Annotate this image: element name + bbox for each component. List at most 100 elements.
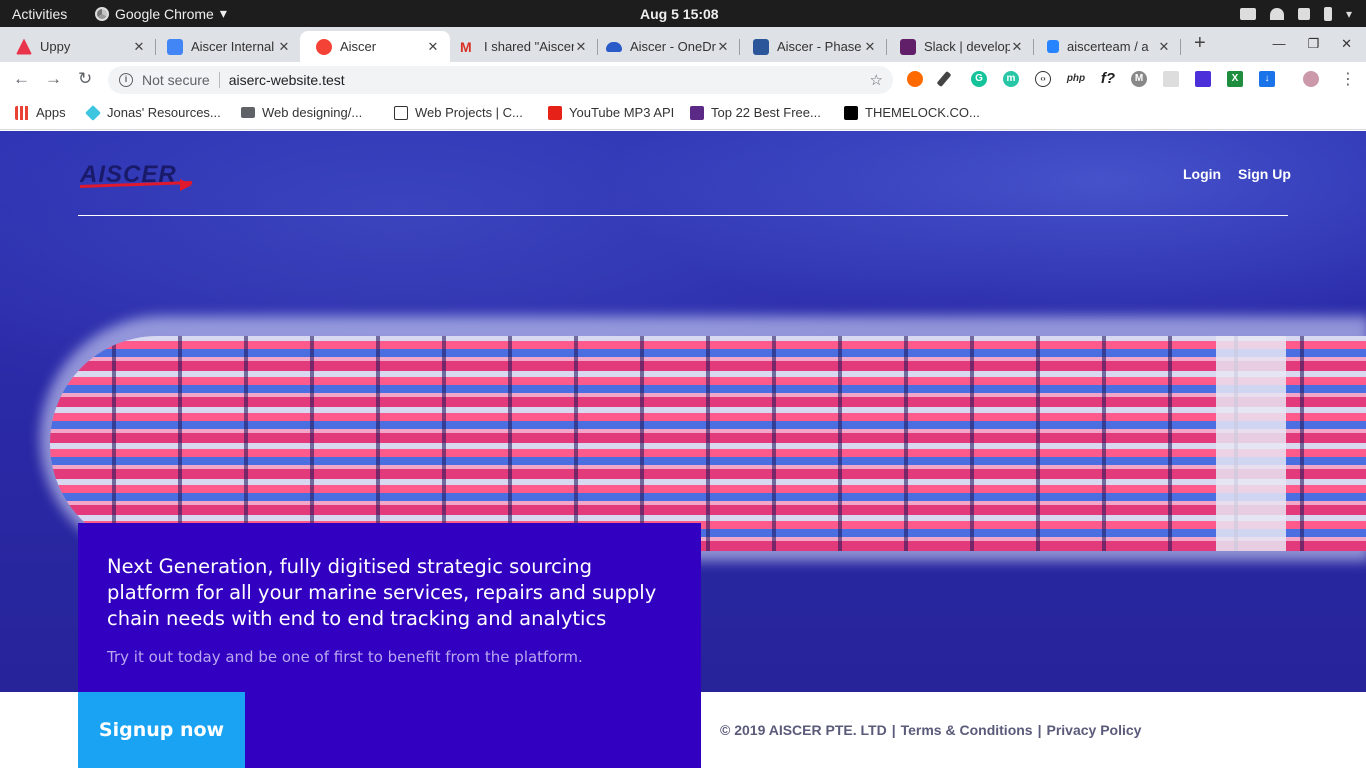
tab-onedrive[interactable]: Aiscer - OneDrive ✕ [590, 31, 740, 62]
gmail-icon: M [460, 38, 472, 55]
copyright-text: © 2019 AISCER PTE. LTD [720, 722, 887, 738]
terms-link[interactable]: Terms & Conditions [901, 722, 1033, 738]
extension-code-icon[interactable]: ‹› [1035, 71, 1051, 87]
bookmarks-bar: Apps Jonas' Resources... Web designing/.… [0, 97, 1366, 130]
extension-php-icon[interactable]: php [1065, 71, 1087, 87]
extension-download-icon[interactable]: ↓ [1259, 71, 1275, 87]
bookmark-label: Apps [36, 105, 66, 120]
hero-headline: Next Generation, fully digitised strateg… [107, 555, 657, 630]
footer: © 2019 AISCER PTE. LTD | Terms & Conditi… [720, 722, 1141, 738]
bookmark-web-designing[interactable]: Web designing/... [241, 105, 362, 120]
themelock-icon [844, 105, 858, 120]
chrome-icon [95, 6, 109, 21]
bitbucket-icon [1047, 40, 1059, 53]
divider [218, 72, 220, 88]
extension-m2-icon[interactable]: M [1131, 71, 1147, 87]
signup-now-button[interactable]: Signup now [78, 692, 245, 768]
bookmark-star-icon[interactable]: ☆ [870, 71, 883, 89]
tab-slack[interactable]: Slack | develop ✕ [884, 31, 1034, 62]
hero-subline: Try it out today and be one of first to … [107, 648, 583, 666]
signup-link[interactable]: Sign Up [1238, 166, 1291, 182]
bookmark-jonas[interactable]: Jonas' Resources... [85, 104, 221, 121]
close-icon[interactable]: ✕ [426, 39, 440, 55]
extension-fonts-icon[interactable]: f? [1098, 71, 1118, 87]
tab-aiscer-internal[interactable]: Aiscer Internal ✕ [151, 31, 301, 62]
menu-kebab-icon[interactable]: ⋮ [1340, 69, 1356, 89]
forward-icon[interactable]: → [45, 69, 62, 89]
tab-word-phase[interactable]: Aiscer - Phase ✕ [737, 31, 887, 62]
tab-title: Aiscer - Phase [777, 39, 862, 54]
header-divider [78, 215, 1288, 216]
reload-icon[interactable]: ↻ [78, 69, 92, 89]
extension-grammarly-icon[interactable]: G [971, 71, 987, 87]
info-icon[interactable]: i [119, 73, 133, 87]
window-controls: — ❐ ✕ [1272, 36, 1352, 52]
security-label[interactable]: Not secure [142, 72, 210, 88]
close-icon[interactable]: ✕ [716, 39, 730, 55]
bookmark-label: Jonas' Resources... [107, 105, 221, 120]
bookmark-label: YouTube MP3 API [569, 105, 675, 120]
tab-bitbucket[interactable]: aiscerteam / a ✕ [1031, 31, 1181, 62]
system-tray[interactable]: ▾ [1239, 6, 1352, 21]
bookmark-themelock[interactable]: THEMELOCK.CO... [844, 105, 980, 120]
tab-gmail[interactable]: M I shared "Aiscer ✕ [444, 31, 598, 62]
close-icon[interactable]: ✕ [277, 39, 291, 55]
chevron-down-icon: ▾ [219, 5, 227, 21]
privacy-link[interactable]: Privacy Policy [1047, 722, 1142, 738]
extension-eyedropper-icon[interactable] [936, 70, 952, 88]
extension-m-icon[interactable]: m [1003, 71, 1019, 87]
uppy-icon [16, 38, 32, 55]
diamond-icon [85, 104, 101, 121]
tab-aiscer[interactable]: Aiscer ✕ [300, 31, 450, 62]
new-tab-button[interactable]: + [1194, 32, 1206, 55]
minimize-icon[interactable]: — [1272, 36, 1285, 52]
bookmark-apps[interactable]: Apps [15, 105, 66, 120]
bookmark-label: Web designing/... [262, 105, 363, 120]
tab-title: aiscerteam / a [1067, 39, 1149, 54]
tab-title: Aiscer [340, 39, 377, 54]
close-icon[interactable]: ✕ [1010, 39, 1024, 55]
back-icon[interactable]: ← [13, 69, 30, 89]
colorlib-icon [690, 105, 704, 120]
word-icon [753, 38, 769, 55]
bookmark-youtube-mp3[interactable]: YouTube MP3 API [548, 105, 674, 120]
bookmark-label: THEMELOCK.CO... [865, 105, 980, 120]
clock[interactable]: Aug 5 15:08 [640, 6, 719, 22]
aiscer-favicon-icon [316, 38, 332, 55]
extension-fire-icon[interactable] [907, 71, 923, 87]
container-ship-image [50, 336, 1366, 551]
maximize-icon[interactable]: ❐ [1307, 36, 1319, 52]
extension-x-icon[interactable]: X [1227, 71, 1243, 87]
logo-arrow-icon [180, 179, 192, 191]
tab-title: Aiscer Internal [191, 39, 275, 54]
tab-title: Slack | develop [924, 39, 1010, 54]
url-text[interactable]: aiserc-website.test [229, 72, 345, 88]
tab-uppy[interactable]: Uppy ✕ [0, 31, 156, 62]
close-icon[interactable]: ✕ [132, 39, 146, 55]
extension-grid-icon[interactable] [1163, 71, 1179, 87]
codecanyon-icon [394, 105, 408, 120]
volume-icon [1297, 7, 1310, 20]
web-page: AISCER Login Sign Up Next Generation, fu… [0, 131, 1366, 768]
bookmark-label: Top 22 Best Free... [711, 105, 821, 120]
app-menu[interactable]: Google Chrome ▾ [95, 5, 227, 22]
app-name: Google Chrome [115, 5, 214, 22]
youtube-icon [548, 105, 562, 120]
close-icon[interactable]: ✕ [1157, 39, 1171, 55]
close-icon[interactable]: ✕ [574, 39, 588, 55]
browser-toolbar: ← → ↻ i Not secure aiserc-website.test ☆… [0, 62, 1366, 97]
bookmark-top-22[interactable]: Top 22 Best Free... [690, 105, 821, 120]
profile-avatar-icon[interactable] [1303, 71, 1319, 87]
address-bar[interactable]: i Not secure aiserc-website.test ☆ [108, 66, 893, 94]
close-icon[interactable]: ✕ [863, 39, 877, 55]
apps-grid-icon [15, 105, 29, 120]
tab-title: Uppy [40, 39, 71, 54]
close-icon[interactable]: ✕ [1341, 36, 1352, 52]
docs-icon [167, 38, 183, 55]
activities-button[interactable]: Activities [0, 6, 95, 22]
login-link[interactable]: Login [1183, 166, 1221, 182]
tab-title: I shared "Aiscer [484, 39, 574, 54]
bookmark-web-projects[interactable]: Web Projects | C... [394, 105, 523, 120]
extension-purple-icon[interactable] [1195, 71, 1211, 87]
chevron-down-icon: ▾ [1345, 6, 1352, 21]
